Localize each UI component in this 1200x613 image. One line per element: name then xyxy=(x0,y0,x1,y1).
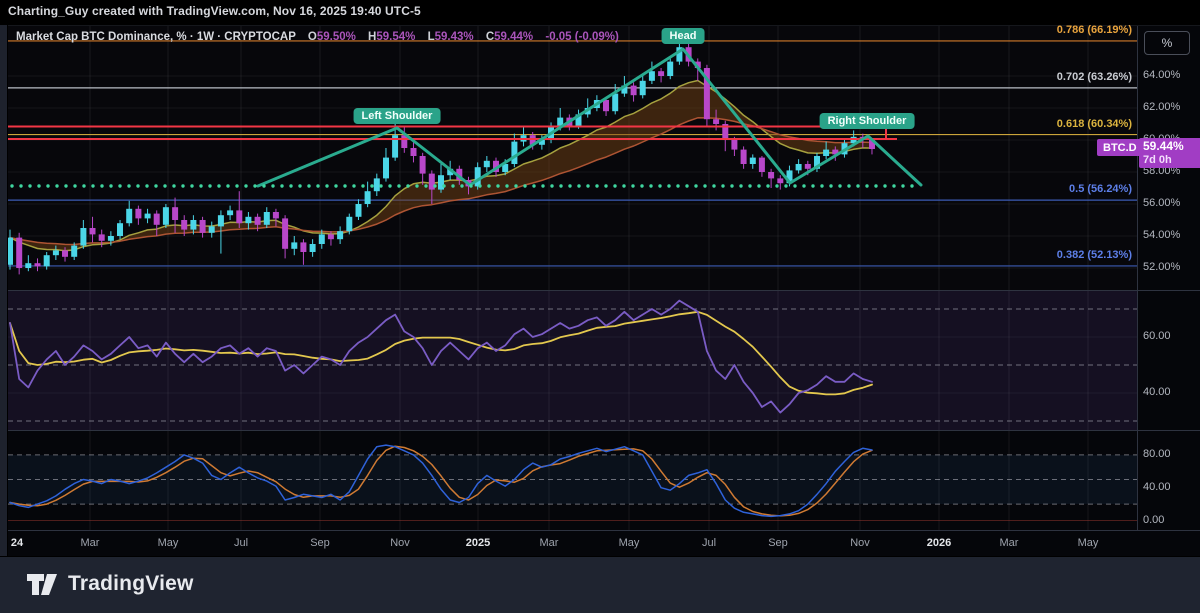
last-price-badge: 59.44% 7d 0h xyxy=(1139,138,1200,168)
pattern-label[interactable]: Right Shoulder xyxy=(820,113,915,129)
price-scale-label: 62.00% xyxy=(1143,101,1180,113)
ohlc-low-value: 59.43% xyxy=(435,31,474,43)
time-axis-label: Nov xyxy=(850,537,870,549)
rsi-scale-label: 40.00 xyxy=(1143,386,1171,398)
last-price-value: 59.44% xyxy=(1143,139,1200,154)
ohlc-low-letter: L xyxy=(428,31,435,43)
time-axis-label: 2025 xyxy=(466,537,490,549)
price-scale-label: 54.00% xyxy=(1143,229,1180,241)
time-axis-label: Jul xyxy=(234,537,248,549)
ohlc-open-letter: O xyxy=(308,31,317,43)
last-price-symbol-tag: BTC.D xyxy=(1097,139,1143,156)
ohlc-high-value: 59.54% xyxy=(376,31,415,43)
symbol-legend[interactable]: Market Cap BTC Dominance, % · 1W · CRYPT… xyxy=(16,31,619,43)
tradingview-chart-window: Charting_Guy created with TradingView.co… xyxy=(0,0,1200,613)
rsi-scale-label: 60.00 xyxy=(1143,330,1171,342)
chart-canvas[interactable] xyxy=(0,0,1200,556)
fib-level-label: 0.5 (56.24%) xyxy=(1012,183,1132,195)
time-axis-label: Mar xyxy=(81,537,100,549)
time-axis-label: May xyxy=(619,537,640,549)
tradingview-logo-text: TradingView xyxy=(68,572,194,596)
price-scale-label: 56.00% xyxy=(1143,197,1180,209)
stoch-scale-label: 0.00 xyxy=(1143,514,1164,526)
stoch-scale-label: 40.00 xyxy=(1143,481,1171,493)
fib-level-label: 0.786 (66.19%) xyxy=(1012,24,1132,36)
price-scale-label: 64.00% xyxy=(1143,69,1180,81)
fib-level-label: 0.702 (63.26%) xyxy=(1012,71,1132,83)
time-axis-label: May xyxy=(1078,537,1099,549)
fib-level-label: 0.618 (60.34%) xyxy=(1012,118,1132,130)
time-axis-label: Sep xyxy=(310,537,330,549)
ohlc-close-letter: C xyxy=(486,31,494,43)
fib-level-label: 0.382 (52.13%) xyxy=(1012,249,1132,261)
price-scale-label: 52.00% xyxy=(1143,261,1180,273)
pattern-label[interactable]: Head xyxy=(662,28,705,44)
time-axis-label: 24 xyxy=(11,537,23,549)
left-toolbar-collapsed[interactable] xyxy=(0,25,8,556)
time-axis-label: 2026 xyxy=(927,537,951,549)
time-axis-label: Sep xyxy=(768,537,788,549)
pattern-label[interactable]: Left Shoulder xyxy=(354,108,441,124)
stoch-scale-label: 80.00 xyxy=(1143,448,1171,460)
symbol-title: Market Cap BTC Dominance, % · 1W · CRYPT… xyxy=(16,31,296,43)
price-scale-unit-button[interactable]: % xyxy=(1144,31,1190,55)
time-axis-label: Mar xyxy=(540,537,559,549)
time-axis-label: Nov xyxy=(390,537,410,549)
time-axis-label: Jul xyxy=(702,537,716,549)
time-axis-label: May xyxy=(158,537,179,549)
footer-bar: TradingView xyxy=(0,556,1200,613)
ohlc-open-value: 59.50% xyxy=(317,31,356,43)
tradingview-logo[interactable]: TradingView xyxy=(26,572,194,596)
tradingview-logo-icon xyxy=(26,573,59,596)
time-axis-label: Mar xyxy=(1000,537,1019,549)
bar-countdown: 7d 0h xyxy=(1143,154,1200,167)
ohlc-close-value: 59.44% xyxy=(494,31,533,43)
change-value: -0.05 (-0.09%) xyxy=(545,31,619,43)
